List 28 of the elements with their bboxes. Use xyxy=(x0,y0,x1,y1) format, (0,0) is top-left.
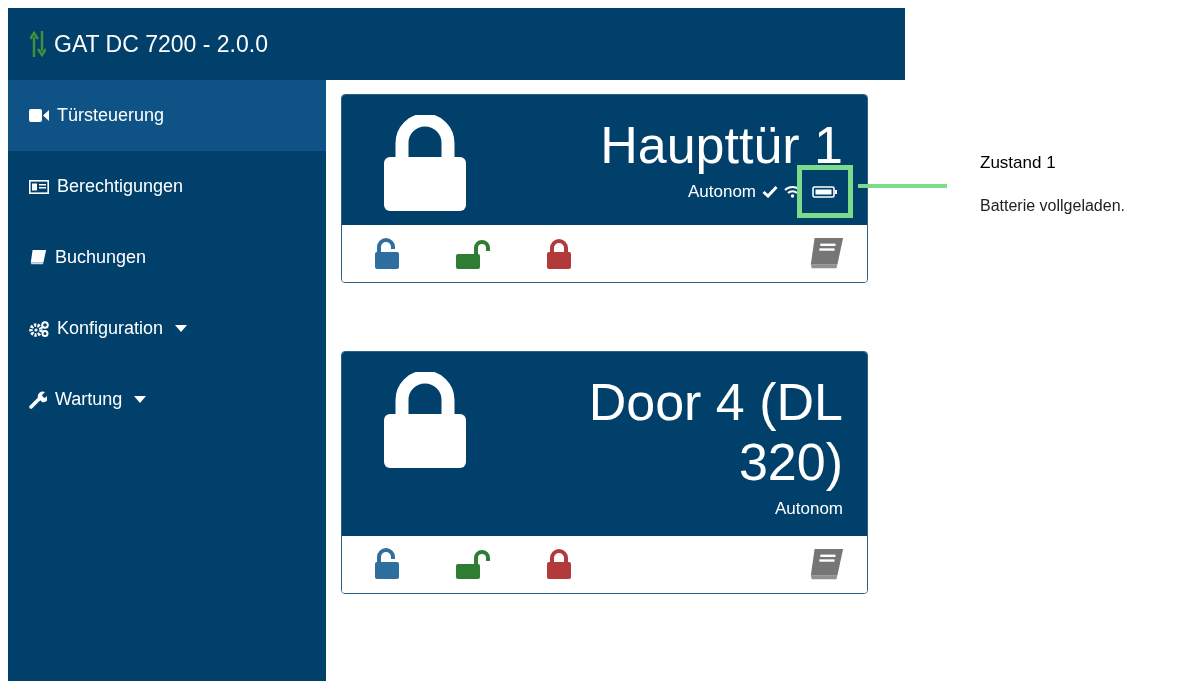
check-icon xyxy=(762,185,778,199)
padlock-icon xyxy=(384,372,466,468)
lock-icon[interactable] xyxy=(546,237,572,270)
unlock-icon[interactable] xyxy=(455,548,491,580)
padlock-icon xyxy=(384,115,466,211)
sidebar-item[interactable]: Konfiguration xyxy=(8,293,326,364)
app-title: GAT DC 7200 - 2.0.0 xyxy=(54,29,268,59)
book-icon xyxy=(29,249,47,266)
wrench-icon xyxy=(29,390,47,409)
sidebar-item[interactable]: Türsteuerung xyxy=(8,80,326,151)
door-mode: Autonom xyxy=(774,498,843,520)
unlock-icon[interactable] xyxy=(374,237,400,270)
sidebar-item[interactable]: Berechtigungen xyxy=(8,151,326,222)
id-card-icon xyxy=(29,179,49,194)
door-name: Haupttür 1 xyxy=(600,115,843,175)
unlock-icon[interactable] xyxy=(374,548,400,580)
lock-icon[interactable] xyxy=(546,548,572,580)
gears-icon xyxy=(29,320,49,337)
door-mode: Autonom xyxy=(687,181,756,203)
unlock-icon[interactable] xyxy=(455,237,491,270)
sidebar-item[interactable]: Wartung xyxy=(8,364,326,435)
video-camera-icon xyxy=(29,109,49,122)
battery-icon xyxy=(797,165,853,219)
door-name: Door 4 (DL 320) xyxy=(587,372,843,492)
sidebar-item[interactable]: Buchungen xyxy=(8,222,326,293)
sort-arrows-icon xyxy=(30,31,46,57)
annotation-title: Zustand 1 xyxy=(980,152,1057,174)
annotation-text: Batterie vollgeladen. xyxy=(980,195,1125,216)
